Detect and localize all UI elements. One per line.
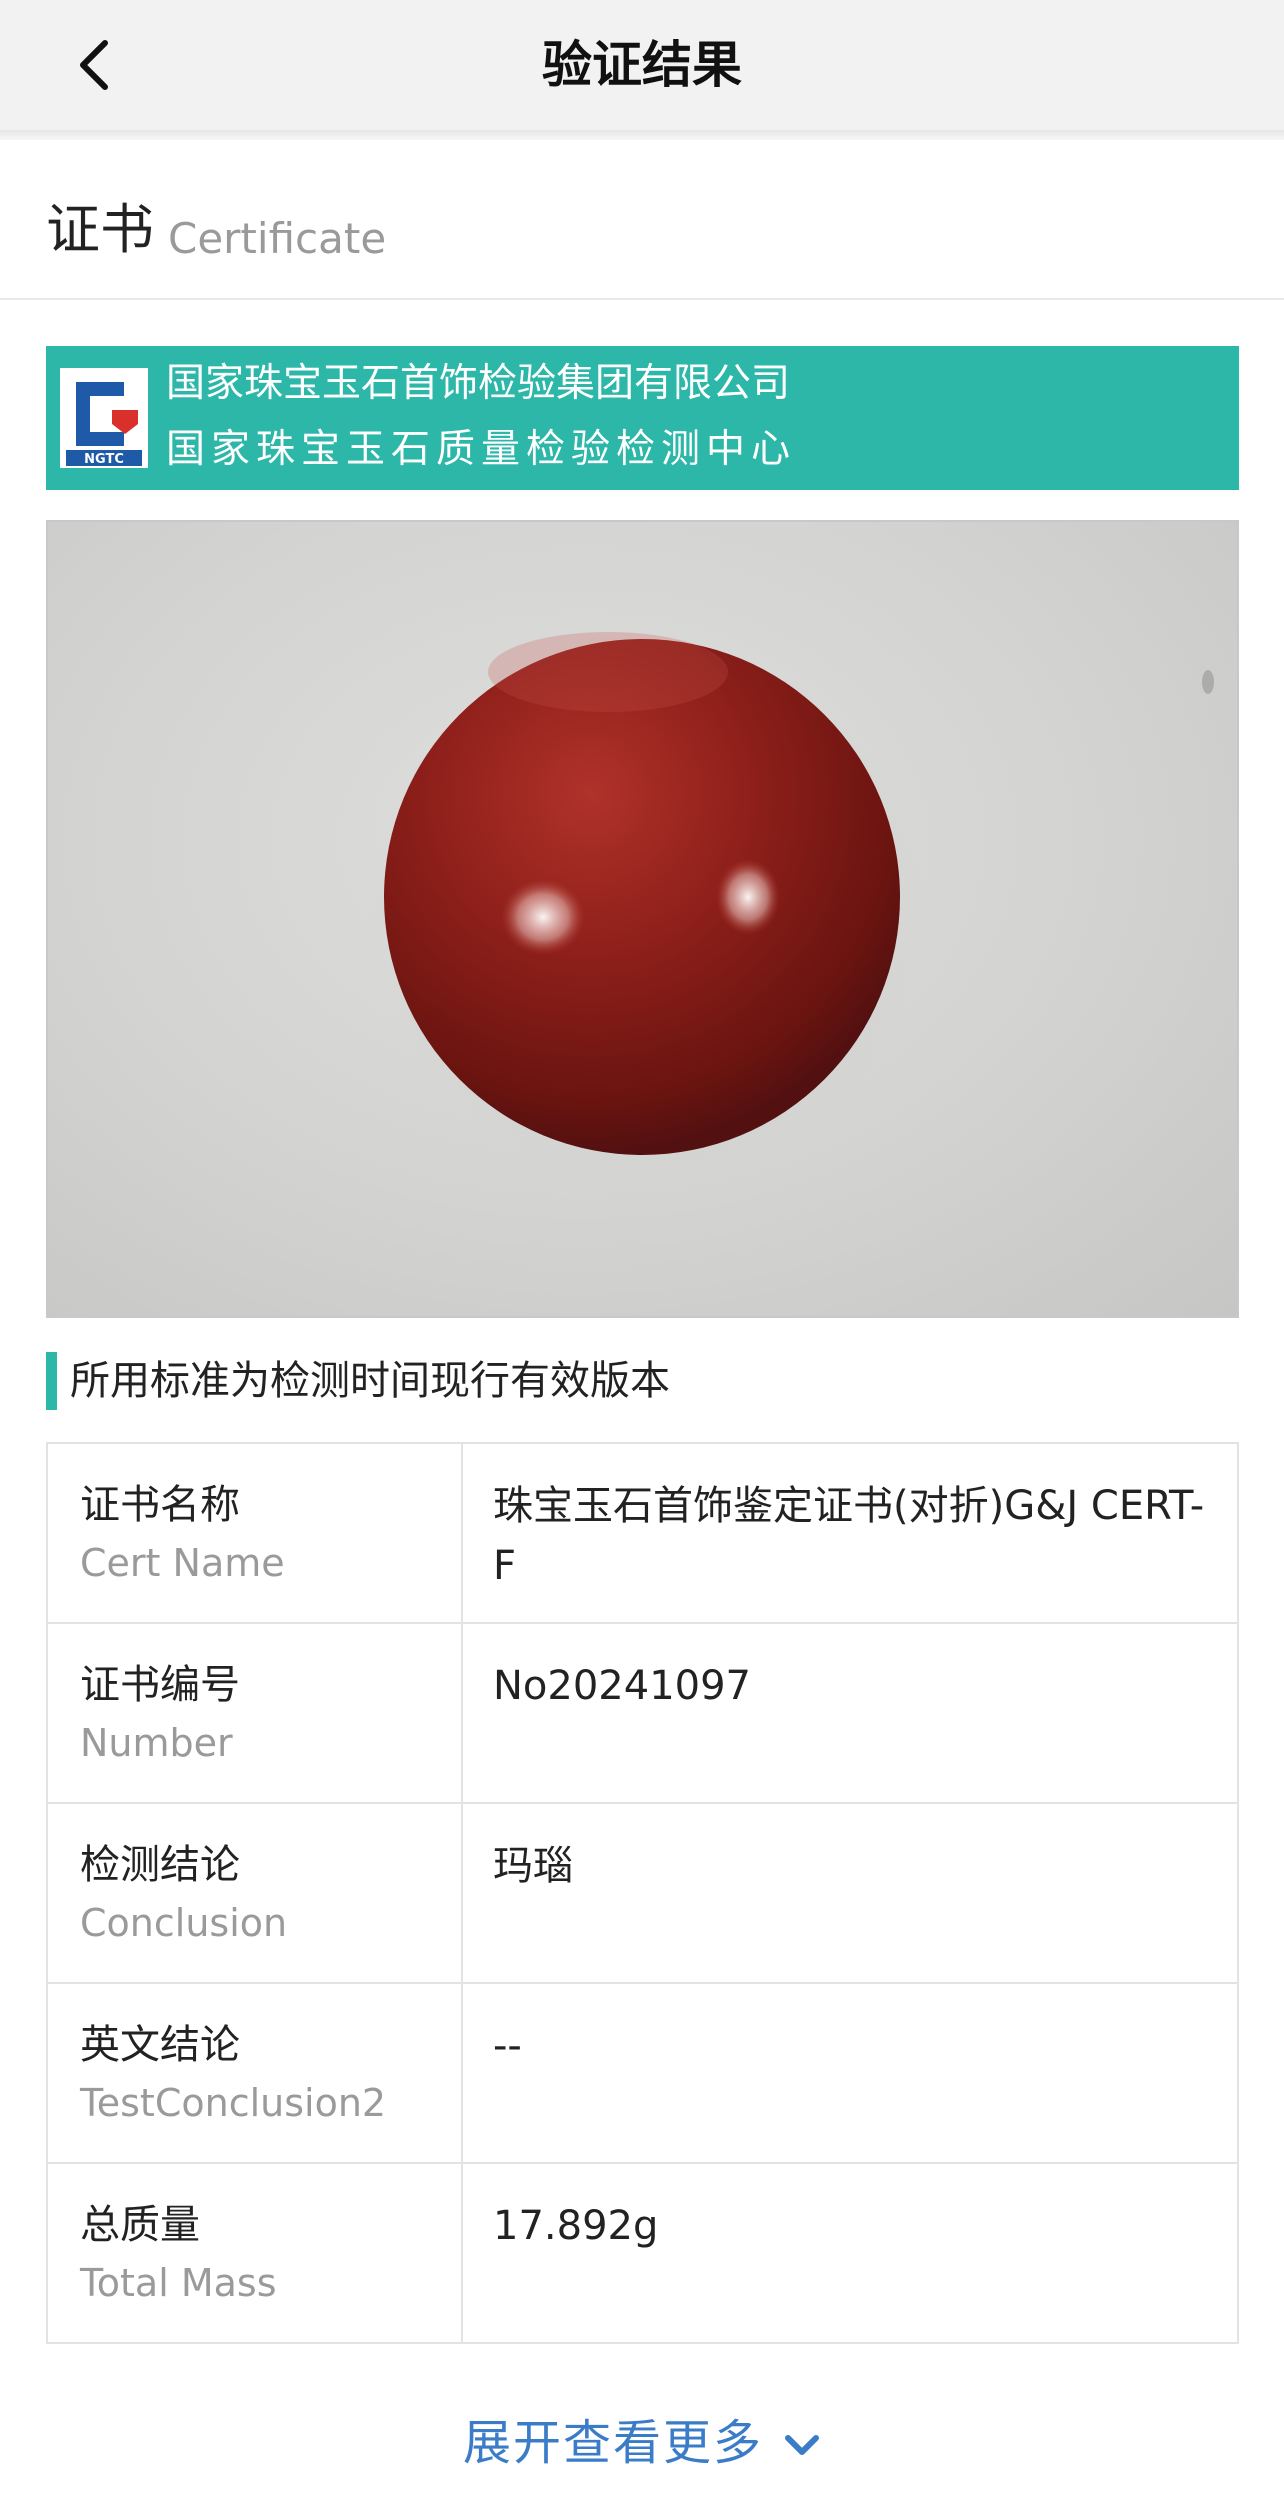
label-en: Conclusion bbox=[80, 1901, 288, 1945]
label-zh: 检测结论 bbox=[80, 1842, 240, 1888]
issuer-company-name: 国家珠宝玉石首饰检验集团有限公司 bbox=[166, 361, 791, 406]
table-row: 证书名称 Cert Name 珠宝玉石首饰鉴定证书(对折)G&J CERT-F bbox=[48, 1444, 1237, 1624]
table-row: 证书编号 Number No20241097 bbox=[48, 1624, 1237, 1804]
top-nav-bar: 验证结果 bbox=[0, 0, 1284, 130]
row-label: 英文结论 TestConclusion2 bbox=[48, 1984, 463, 2162]
label-en: Total Mass bbox=[80, 2261, 277, 2305]
label-en: Cert Name bbox=[80, 1541, 285, 1585]
standard-note: 所用标准为检测时间现行有效版本 bbox=[70, 1358, 670, 1404]
total-mass-value: 17.892g bbox=[493, 2203, 659, 2249]
section-subtitle: Certificate bbox=[168, 214, 387, 263]
label-en: TestConclusion2 bbox=[80, 2081, 387, 2125]
table-row: 英文结论 TestConclusion2 -- bbox=[48, 1984, 1237, 2164]
table-row: 检测结论 Conclusion 玛瑙 bbox=[48, 1804, 1237, 1984]
english-conclusion-value: -- bbox=[493, 2023, 522, 2069]
note-accent-bar bbox=[46, 1352, 57, 1410]
row-label: 证书名称 Cert Name bbox=[48, 1444, 463, 1622]
page-title: 验证结果 bbox=[542, 36, 742, 94]
label-zh: 英文结论 bbox=[80, 2022, 240, 2068]
label-zh: 证书名称 bbox=[80, 1482, 240, 1528]
certificate-details-table: 证书名称 Cert Name 珠宝玉石首饰鉴定证书(对折)G&J CERT-F … bbox=[46, 1442, 1239, 2344]
row-label: 证书编号 Number bbox=[48, 1624, 463, 1802]
row-label: 检测结论 Conclusion bbox=[48, 1804, 463, 1982]
specimen-photo[interactable] bbox=[46, 520, 1239, 1318]
nav-divider bbox=[0, 130, 1284, 140]
row-label: 总质量 Total Mass bbox=[48, 2164, 463, 2342]
logo-text: NGTC bbox=[84, 452, 124, 467]
expand-more-button[interactable]: 展开查看更多 bbox=[0, 2398, 1284, 2478]
expand-more-label: 展开查看更多 bbox=[462, 2415, 763, 2471]
section-title: 证书 bbox=[46, 198, 154, 261]
cert-number-value: No20241097 bbox=[493, 1663, 751, 1709]
chevron-down-icon bbox=[785, 2435, 819, 2455]
table-row: 总质量 Total Mass 17.892g bbox=[48, 2164, 1237, 2342]
issuer-banner: NGTC 国家珠宝玉石首饰检验集团有限公司 国家珠宝玉石质量检验检测中心 bbox=[46, 346, 1239, 490]
agate-bead-image bbox=[368, 632, 1214, 1182]
conclusion-value: 玛瑙 bbox=[493, 1843, 573, 1889]
certificate-section-header: 证书 Certificate bbox=[0, 160, 1284, 300]
label-zh: 总质量 bbox=[80, 2202, 200, 2248]
label-zh: 证书编号 bbox=[80, 1662, 240, 1708]
cert-name-value: 珠宝玉石首饰鉴定证书(对折)G&J CERT-F bbox=[493, 1483, 1205, 1589]
issuer-center-name: 国家珠宝玉石质量检验检测中心 bbox=[166, 427, 797, 472]
label-en: Number bbox=[80, 1721, 233, 1765]
